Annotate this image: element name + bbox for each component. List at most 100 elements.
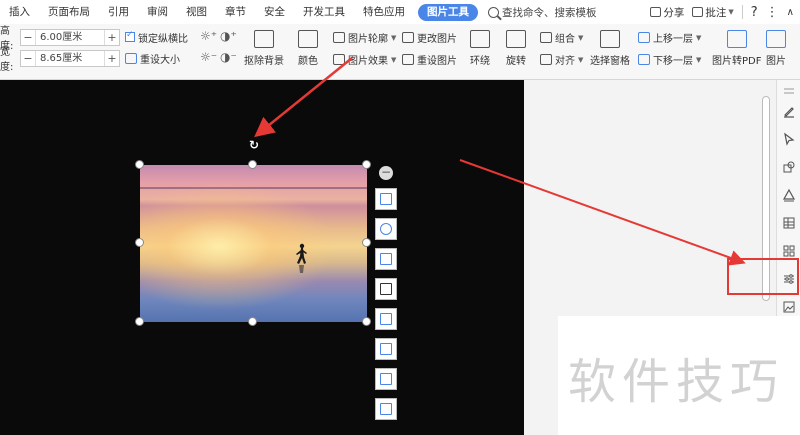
tab-insert[interactable]: 插入 — [0, 0, 39, 24]
crop-quick-button[interactable] — [375, 278, 397, 300]
grid-icon[interactable] — [782, 244, 796, 258]
zoom-quick-button[interactable] — [375, 218, 397, 240]
crop-icon — [380, 283, 392, 295]
chevron-down-icon: ▼ — [578, 55, 584, 64]
help-button[interactable]: ? — [751, 5, 758, 20]
selection-pane-button[interactable]: 选择窗格 — [590, 30, 630, 67]
send-backward-button[interactable]: 下移一层 ▼ — [638, 52, 701, 67]
more-button[interactable]: ⋮ — [766, 5, 779, 20]
decrement-icon[interactable]: − — [21, 31, 35, 44]
width-stepper[interactable]: − 8.65厘米 + — [20, 49, 120, 67]
search-label: 查找命令、搜索模板 — [502, 6, 597, 19]
picture-effect-button[interactable]: 图片效果 ▼ — [333, 52, 396, 67]
share-button[interactable]: 分享 — [650, 5, 684, 20]
brightness-up-icon[interactable]: ☼⁺ — [200, 29, 217, 43]
change-picture-button[interactable]: 更改图片 — [402, 30, 457, 45]
reset-picture-button[interactable]: 重设图片 — [402, 52, 457, 67]
sidebar-collapse-icon[interactable] — [782, 84, 796, 98]
table-icon[interactable] — [782, 216, 796, 230]
image-icon — [380, 373, 392, 385]
height-stepper[interactable]: − 6.00厘米 + — [20, 28, 120, 46]
picture-to-pdf-button[interactable]: 图片转PDF — [712, 30, 761, 67]
color-label: 颜色 — [298, 56, 318, 67]
remove-background-icon — [254, 30, 274, 48]
group-button[interactable]: 组合 ▼ — [540, 30, 583, 45]
pen-icon[interactable] — [782, 104, 796, 118]
align-button[interactable]: 对齐 ▼ — [540, 52, 583, 67]
wrap-button[interactable]: 环绕 — [470, 30, 490, 67]
resize-handle-right[interactable] — [362, 238, 371, 247]
magic-wand-icon — [380, 253, 392, 265]
rotate-handle-icon[interactable]: ↻ — [248, 139, 260, 151]
brightness-down-icon[interactable]: ☼⁻ — [200, 50, 217, 64]
command-search[interactable]: 查找命令、搜索模板 — [488, 5, 597, 20]
change-picture-label: 更改图片 — [417, 34, 457, 45]
checkbox-icon — [125, 30, 135, 42]
selected-picture[interactable] — [140, 165, 367, 322]
remove-background-button[interactable]: 抠除背景 — [244, 30, 284, 67]
resize-handle-top[interactable] — [248, 160, 257, 169]
picture-more-button[interactable]: 图片 — [766, 30, 786, 67]
align-icon — [540, 54, 552, 65]
tab-developer[interactable]: 开发工具 — [294, 0, 354, 24]
fill-icon[interactable] — [782, 188, 796, 202]
remove-background-label: 抠除背景 — [244, 56, 284, 67]
effects-icon — [380, 313, 392, 325]
resize-handle-bottom[interactable] — [248, 317, 257, 326]
image-icon[interactable] — [782, 300, 796, 314]
tab-security[interactable]: 安全 — [255, 0, 294, 24]
reset-size-button[interactable]: 重设大小 — [125, 51, 180, 66]
copy-icon — [380, 403, 392, 415]
resize-handle-top-left[interactable] — [135, 160, 144, 169]
tab-picture-tools[interactable]: 图片工具 — [418, 3, 478, 21]
bring-forward-button[interactable]: 上移一层 ▼ — [638, 30, 701, 45]
effects-quick-button[interactable] — [375, 308, 397, 330]
bring-forward-icon — [638, 32, 650, 43]
tab-view[interactable]: 视图 — [177, 0, 216, 24]
collapse-ribbon-button[interactable]: ∧ — [787, 7, 794, 18]
color-button[interactable]: 颜色 — [298, 30, 318, 67]
search-icon — [488, 6, 499, 18]
change-picture-icon — [402, 32, 414, 43]
increment-icon[interactable]: + — [105, 52, 119, 65]
lock-ratio-checkbox[interactable]: 锁定纵横比 — [125, 30, 188, 45]
shapes-icon[interactable] — [782, 160, 796, 174]
change-quick-button[interactable] — [375, 338, 397, 360]
wrap-text-icon — [380, 193, 392, 205]
picture-outline-button[interactable]: 图片轮廓 ▼ — [333, 30, 396, 45]
contrast-up-icon[interactable]: ◑⁺ — [220, 29, 237, 43]
tab-references[interactable]: 引用 — [99, 0, 138, 24]
tab-page-layout[interactable]: 页面布局 — [39, 0, 99, 24]
collapse-icon[interactable]: − — [379, 166, 393, 180]
width-label: 宽度: — [0, 47, 14, 73]
rotate-button[interactable]: 旋转 — [506, 30, 526, 67]
reset-picture-icon — [402, 54, 414, 65]
chevron-down-icon: ▼ — [391, 33, 397, 42]
outline-icon — [333, 32, 345, 43]
group-icon — [540, 32, 552, 43]
resize-handle-bottom-left[interactable] — [135, 317, 144, 326]
wrap-text-quick-button[interactable] — [375, 188, 397, 210]
resize-handle-top-right[interactable] — [362, 160, 371, 169]
tab-review[interactable]: 审阅 — [138, 0, 177, 24]
comment-icon — [692, 7, 704, 17]
copy-quick-button[interactable] — [375, 398, 397, 420]
decrement-icon[interactable]: − — [21, 52, 35, 65]
resize-handle-bottom-right[interactable] — [362, 317, 371, 326]
height-value[interactable]: 6.00厘米 — [35, 29, 105, 45]
wrap-icon — [470, 30, 490, 48]
width-value[interactable]: 8.65厘米 — [35, 50, 105, 66]
image-quick-button[interactable] — [375, 368, 397, 390]
tab-features[interactable]: 特色应用 — [354, 0, 414, 24]
resize-handle-left[interactable] — [135, 238, 144, 247]
color-icon — [298, 30, 318, 48]
comment-button[interactable]: 批注 ▼ — [692, 5, 734, 20]
increment-icon[interactable]: + — [105, 31, 119, 44]
effect-icon — [333, 54, 345, 65]
contrast-down-icon[interactable]: ◑⁻ — [220, 50, 237, 64]
cursor-icon[interactable] — [782, 132, 796, 146]
tab-chapter[interactable]: 章节 — [216, 0, 255, 24]
remove-bg-quick-button[interactable] — [375, 248, 397, 270]
menu-tab-bar: 插入 页面布局 引用 审阅 视图 章节 安全 开发工具 特色应用 图片工具 查找… — [0, 0, 800, 24]
chevron-down-icon: ▼ — [391, 55, 397, 64]
